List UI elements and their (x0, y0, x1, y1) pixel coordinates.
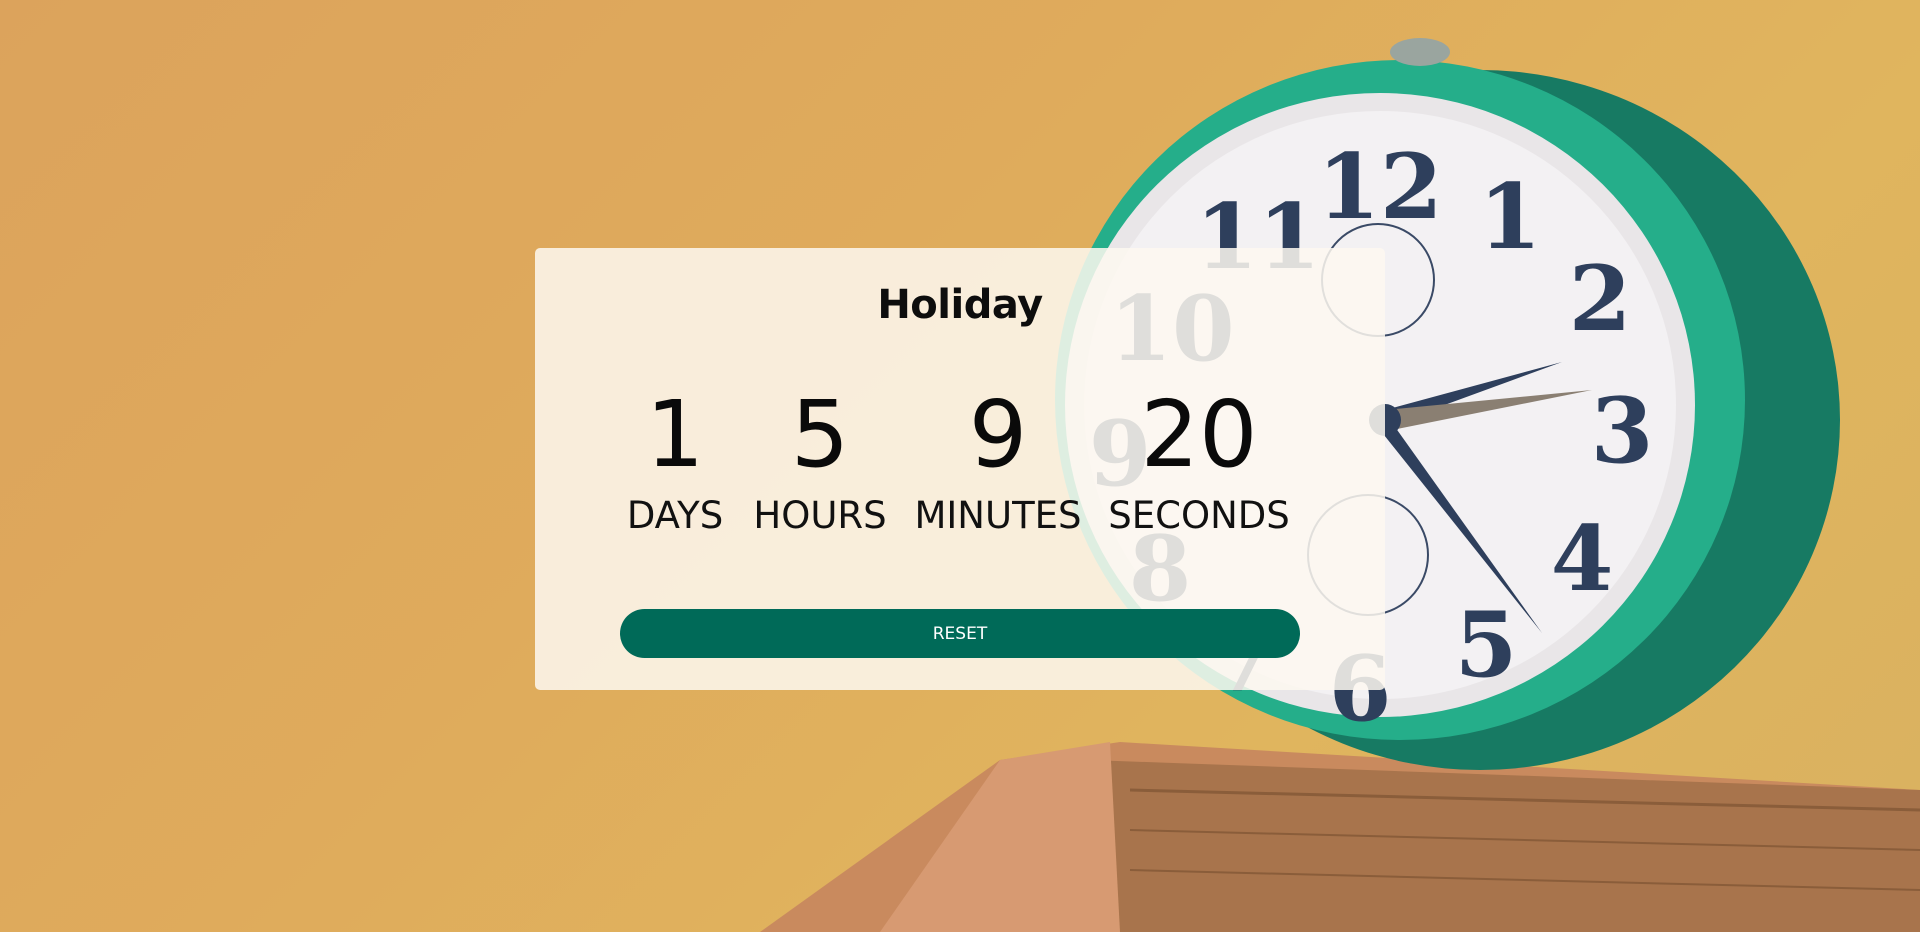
days-value: 1 (645, 381, 705, 488)
minutes-label: MINUTES (914, 494, 1082, 537)
hours-value: 5 (790, 381, 850, 488)
seconds-label: SECONDS (1108, 494, 1290, 537)
seconds-value: 20 (1140, 381, 1258, 488)
clock-numeral-1: 1 (1479, 164, 1542, 270)
book-image (760, 742, 1920, 932)
minutes-value: 9 (968, 381, 1028, 488)
countdown-units: 1 DAYS 5 HOURS 9 MINUTES 20 SECONDS (0, 385, 1920, 565)
hours-unit: 5 HOURS (753, 385, 886, 537)
reset-button[interactable]: RESET (620, 609, 1300, 658)
days-label: DAYS (626, 494, 724, 537)
minutes-unit: 9 MINUTES (914, 385, 1081, 537)
hours-label: HOURS (753, 494, 887, 537)
countdown-title: Holiday (877, 282, 1043, 328)
seconds-unit: 20 SECONDS (1108, 385, 1289, 537)
days-unit: 1 DAYS (627, 385, 723, 537)
clock-numeral-5: 5 (1455, 592, 1518, 698)
